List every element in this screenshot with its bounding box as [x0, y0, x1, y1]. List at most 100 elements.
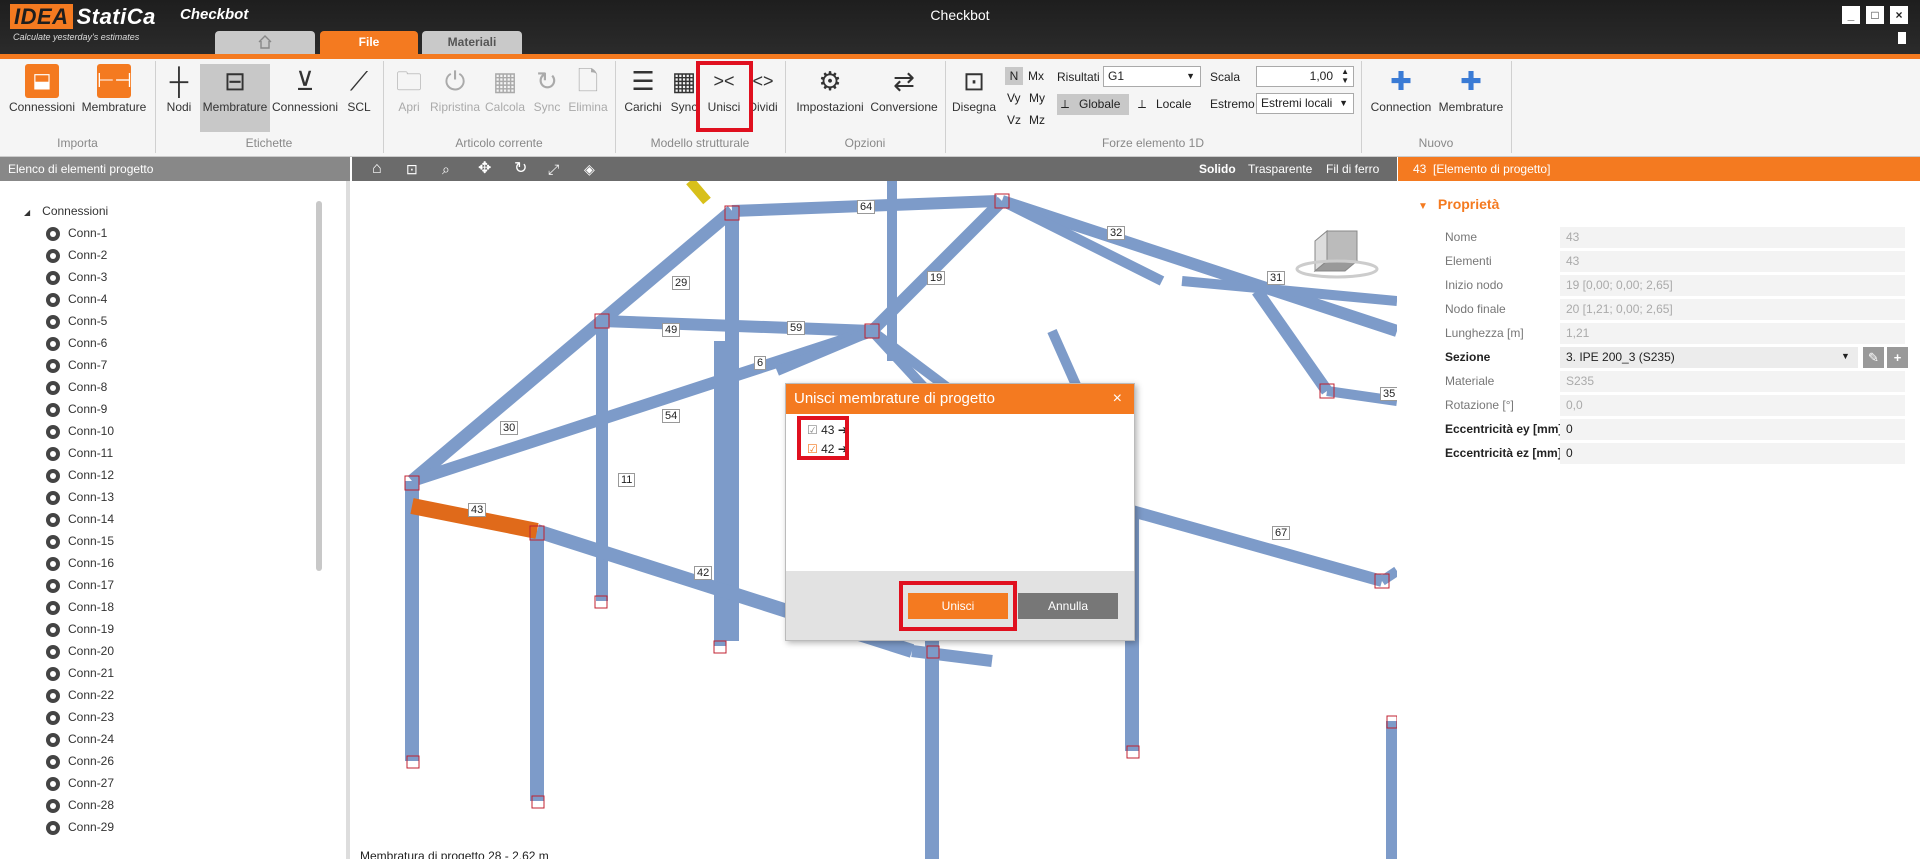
rotate-icon[interactable]: ↻: [514, 157, 527, 181]
add-icon[interactable]: +: [1887, 347, 1908, 368]
tree-item-connection[interactable]: Conn-28: [46, 795, 114, 815]
tree-item-connection[interactable]: Conn-26: [46, 751, 114, 771]
labels-nodes-button[interactable]: ┼ Nodi: [160, 64, 198, 114]
spinner-icon[interactable]: ▲ ▼: [1341, 67, 1349, 85]
tree-item-connection[interactable]: Conn-5: [46, 311, 107, 331]
new-connection-button[interactable]: ✚ Connection: [1368, 64, 1434, 114]
tree-item-connection[interactable]: Conn-7: [46, 355, 107, 375]
tree-item-connection[interactable]: Conn-27: [46, 773, 114, 793]
restore-button[interactable]: ⏻ Ripristina: [430, 64, 480, 114]
tab-file[interactable]: File: [320, 31, 418, 54]
collapse-icon[interactable]: ▼: [1418, 201, 1428, 212]
component-vy-toggle[interactable]: Vy: [1007, 89, 1021, 107]
tab-materiali[interactable]: Materiali: [422, 31, 522, 54]
home-view-icon[interactable]: ⌂: [372, 157, 382, 181]
tree-item-connection[interactable]: Conn-29: [46, 817, 114, 837]
results-select[interactable]: G1 ▼: [1103, 66, 1201, 87]
close-icon[interactable]: ×: [1890, 6, 1908, 24]
tree-item-connection[interactable]: Conn-14: [46, 509, 114, 529]
scale-input[interactable]: 1,00 ▲ ▼: [1256, 66, 1354, 87]
view-mode-transparent[interactable]: Trasparente: [1248, 157, 1312, 181]
settings-button[interactable]: ⚙ Impostazioni: [792, 64, 868, 114]
pin-icon[interactable]: [1898, 32, 1906, 44]
view-mode-solid[interactable]: Solido: [1199, 157, 1236, 181]
loads-button[interactable]: ☰ Carichi: [620, 64, 666, 114]
tree-item-connection[interactable]: Conn-4: [46, 289, 107, 309]
labels-members-button[interactable]: ⊟ Membrature: [200, 64, 270, 132]
property-value[interactable]: 3. IPE 200_3 (S235): [1560, 347, 1858, 368]
view-cube-icon[interactable]: ◈: [584, 157, 595, 181]
pan-icon[interactable]: ✥: [478, 157, 491, 181]
member-label[interactable]: 30: [500, 421, 519, 435]
component-my-toggle[interactable]: My: [1029, 89, 1045, 107]
maximize-icon[interactable]: □: [1866, 6, 1884, 24]
tree-item-connection[interactable]: Conn-11: [46, 443, 113, 463]
tree-item-connection[interactable]: Conn-16: [46, 553, 114, 573]
member-label[interactable]: 42: [694, 566, 713, 580]
tree-item-connection[interactable]: Conn-22: [46, 685, 114, 705]
tree-item-connection[interactable]: Conn-20: [46, 641, 114, 661]
tree-item-connection[interactable]: Conn-6: [46, 333, 107, 353]
member-label[interactable]: 31: [1267, 271, 1286, 285]
component-n-toggle[interactable]: N: [1005, 67, 1023, 85]
member-label[interactable]: 64: [857, 200, 876, 214]
property-value[interactable]: 0: [1560, 443, 1905, 464]
edit-icon[interactable]: ✎: [1863, 347, 1884, 368]
tree-item-connection[interactable]: Conn-21: [46, 663, 114, 683]
member-label[interactable]: 35: [1380, 387, 1397, 401]
draw-button[interactable]: ⊡ Disegna: [950, 64, 998, 114]
member-label[interactable]: 54: [662, 409, 681, 423]
chevron-down-icon[interactable]: ▼: [1841, 351, 1850, 361]
member-label[interactable]: 59: [787, 321, 806, 335]
tab-home[interactable]: [215, 31, 315, 54]
conversion-button[interactable]: ⇄ Conversione: [868, 64, 940, 114]
member-label[interactable]: 49: [662, 323, 681, 337]
extreme-select[interactable]: Estremi locali ▼: [1256, 93, 1354, 114]
tree-item-connection[interactable]: Conn-1: [46, 223, 107, 243]
fit-icon[interactable]: ⤢: [548, 157, 559, 181]
collapse-icon[interactable]: ◢: [24, 208, 30, 217]
global-toggle[interactable]: ⟂ Globale: [1057, 94, 1129, 115]
properties-section-title[interactable]: ▼ Proprietà: [1418, 196, 1499, 212]
component-vz-toggle[interactable]: Vz: [1007, 111, 1021, 129]
view-mode-wireframe[interactable]: Fil di ferro: [1326, 157, 1379, 181]
delete-button[interactable]: 🗋 Elimina: [566, 64, 610, 114]
zoom-window-icon[interactable]: ⊡: [406, 157, 418, 181]
import-connections-button[interactable]: ⬓ Connessioni: [6, 64, 78, 114]
tree-item-connection[interactable]: Conn-19: [46, 619, 114, 639]
component-mx-toggle[interactable]: Mx: [1028, 67, 1044, 85]
tree-item-connection[interactable]: Conn-15: [46, 531, 114, 551]
member-label[interactable]: 67: [1272, 526, 1291, 540]
tree-item-connection[interactable]: Conn-9: [46, 399, 107, 419]
zoom-icon[interactable]: ⌕: [442, 157, 450, 181]
calculate-button[interactable]: ▦ Calcola: [482, 64, 528, 114]
open-button[interactable]: 🗀 Apri: [388, 64, 430, 114]
tree-item-connection[interactable]: Conn-23: [46, 707, 114, 727]
labels-connections-button[interactable]: ⊻ Connessioni: [272, 64, 338, 114]
tree-item-connection[interactable]: Conn-18: [46, 597, 114, 617]
minimize-icon[interactable]: _: [1842, 6, 1860, 24]
tree-item-connection[interactable]: Conn-10: [46, 421, 114, 441]
member-label[interactable]: 43: [468, 503, 487, 517]
member-label[interactable]: 19: [927, 271, 946, 285]
component-mz-toggle[interactable]: Mz: [1029, 111, 1045, 129]
tree-item-connection[interactable]: Conn-17: [46, 575, 114, 595]
new-member-button[interactable]: ✚ Membrature: [1436, 64, 1506, 114]
member-label[interactable]: 29: [672, 276, 691, 290]
tree-item-connection[interactable]: Conn-8: [46, 377, 107, 397]
cancel-button[interactable]: Annulla: [1018, 593, 1118, 619]
sync-button[interactable]: ↻ Sync: [528, 64, 566, 114]
import-members-button[interactable]: ⊢⊣ Membrature: [78, 64, 150, 114]
labels-scl-button[interactable]: ⟋ SCL: [340, 64, 378, 114]
tree-item-connection[interactable]: Conn-13: [46, 487, 114, 507]
tree-item-connection[interactable]: Conn-3: [46, 267, 107, 287]
property-value[interactable]: 0: [1560, 419, 1905, 440]
tree-item-connection[interactable]: Conn-12: [46, 465, 114, 485]
tree-root-connections[interactable]: ◢ Connessioni: [24, 201, 108, 221]
member-label[interactable]: 6: [754, 356, 767, 370]
tree-item-connection[interactable]: Conn-2: [46, 245, 107, 265]
scrollbar[interactable]: [316, 201, 322, 571]
member-label[interactable]: 11: [618, 473, 636, 487]
member-label[interactable]: 32: [1107, 226, 1126, 240]
local-toggle[interactable]: ⟂ Locale: [1138, 94, 1191, 115]
